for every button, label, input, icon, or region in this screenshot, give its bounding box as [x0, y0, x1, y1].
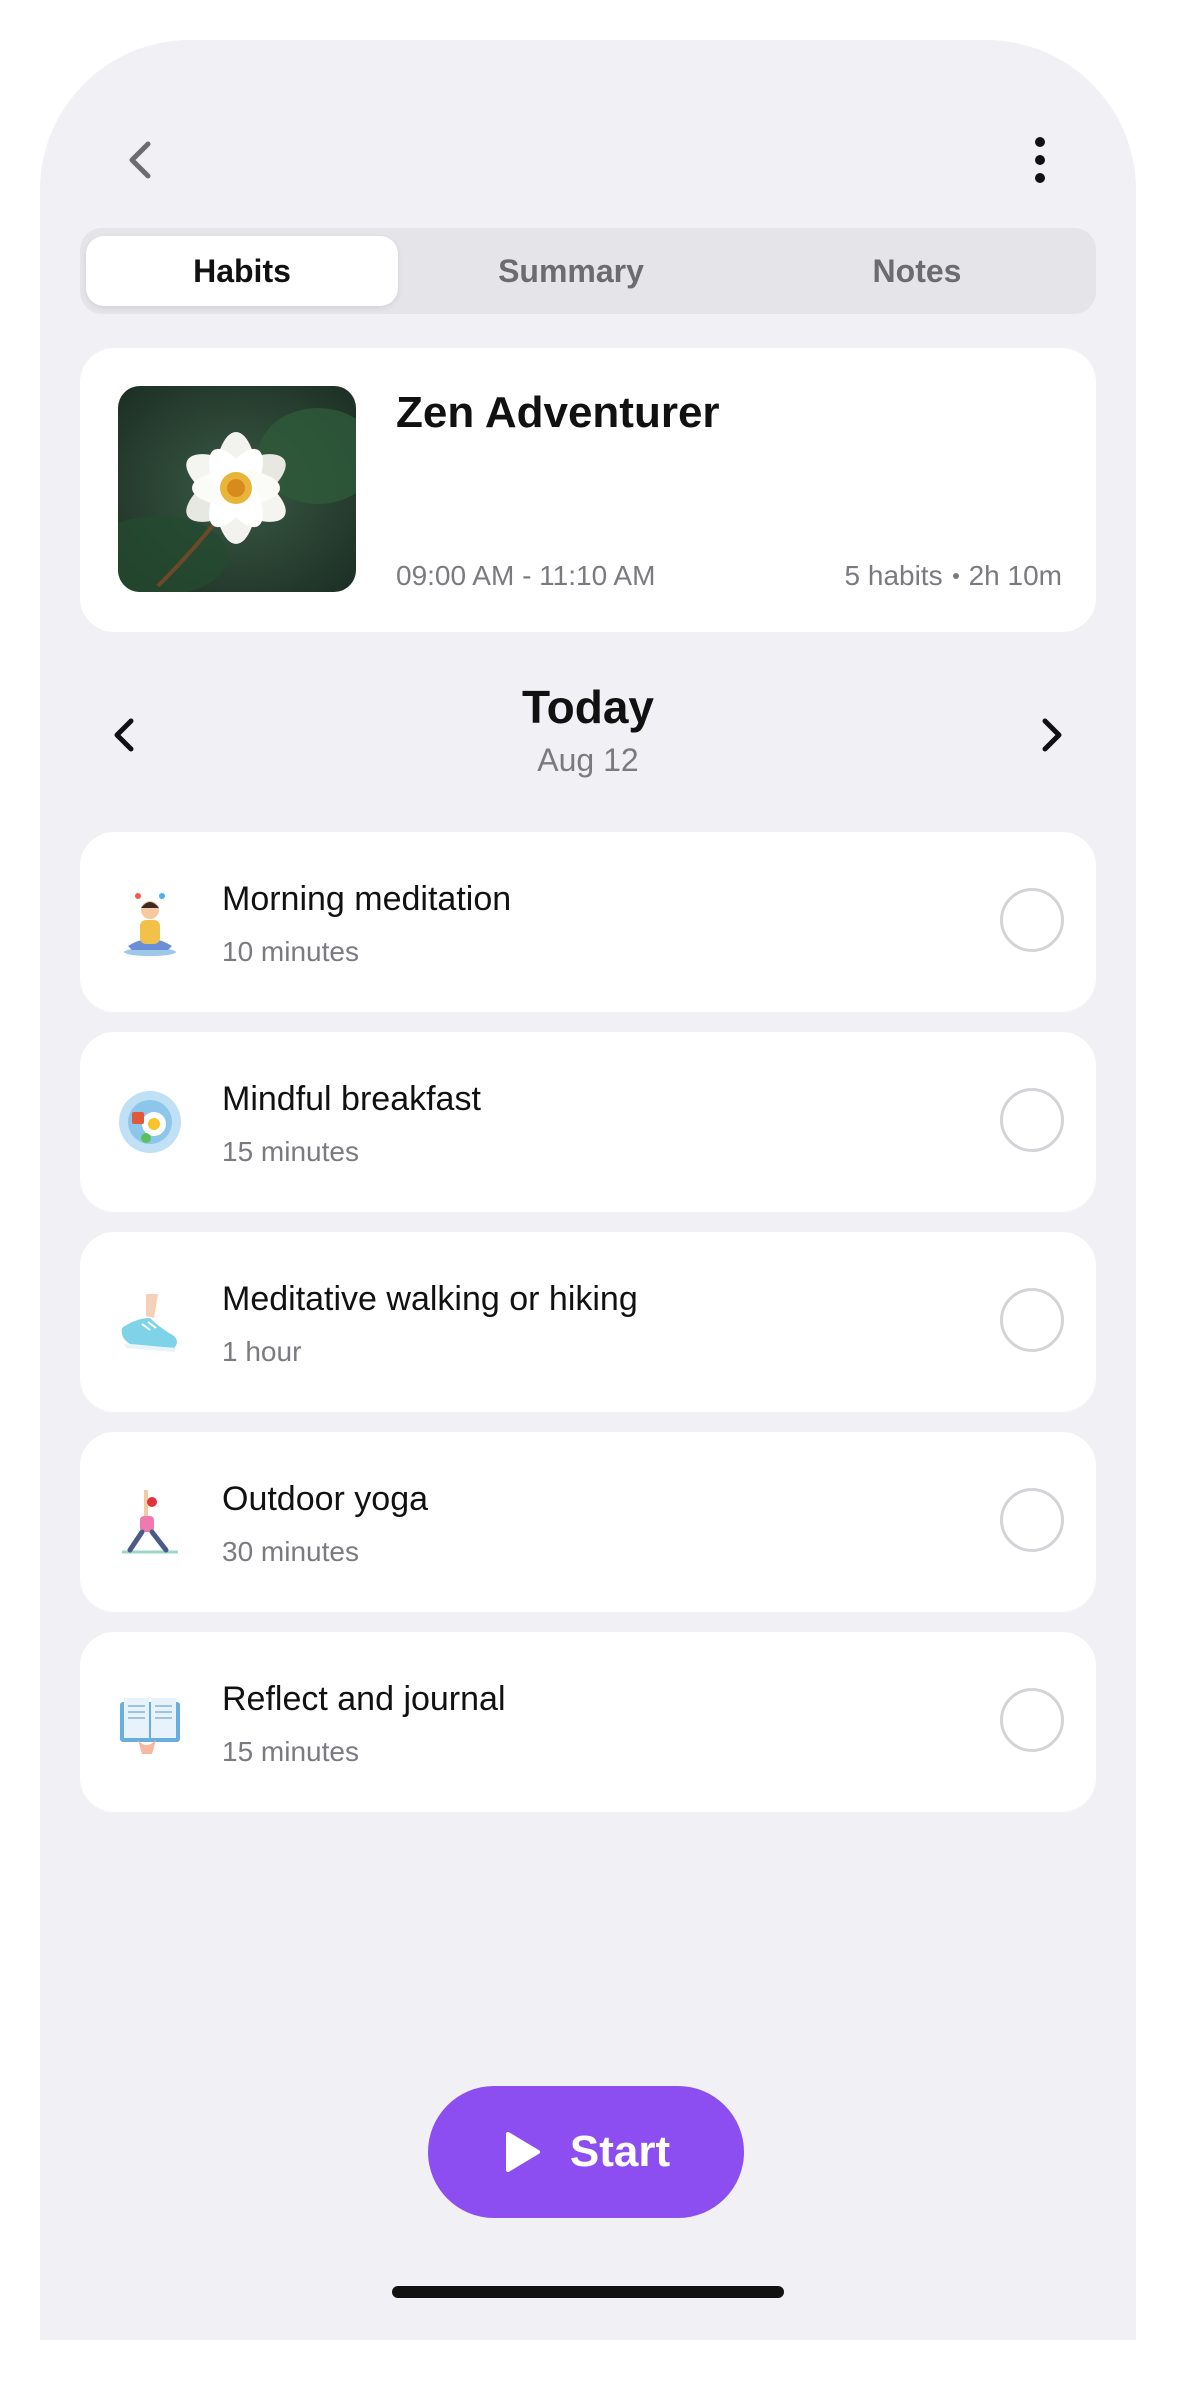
- sneaker-icon: [114, 1286, 186, 1358]
- chevron-right-icon: [1042, 718, 1062, 752]
- habit-name: Morning meditation: [222, 880, 512, 918]
- home-indicator[interactable]: [392, 2286, 784, 2298]
- habit-item-outdoor-yoga[interactable]: Outdoor yoga 30 minutes: [80, 1432, 1096, 1612]
- habit-item-reflect-journal[interactable]: Reflect and journal 15 minutes: [80, 1632, 1096, 1812]
- more-options-button[interactable]: [1000, 120, 1080, 200]
- habit-name: Reflect and journal: [222, 1680, 506, 1718]
- yoga-pose-icon: [114, 1486, 186, 1558]
- habit-item-meditative-walking[interactable]: Meditative walking or hiking 1 hour: [80, 1232, 1096, 1412]
- app-screen: Habits Summary Notes Zen Adventurer 09:0…: [40, 40, 1136, 2340]
- tab-summary[interactable]: Summary: [398, 236, 744, 306]
- tab-notes[interactable]: Notes: [744, 236, 1090, 306]
- breakfast-plate-icon: [114, 1086, 186, 1158]
- play-icon: [505, 2132, 540, 2172]
- meditation-icon: [114, 886, 186, 958]
- habit-duration: 15 minutes: [222, 1136, 359, 1167]
- day-date: Aug 12: [537, 742, 639, 778]
- habit-complete-checkbox[interactable]: [1000, 1688, 1064, 1752]
- habit-complete-checkbox[interactable]: [1000, 1088, 1064, 1152]
- vertical-ellipsis-icon: [1035, 137, 1045, 183]
- view-tabs: Habits Summary Notes: [80, 228, 1096, 314]
- tab-habits[interactable]: Habits: [86, 236, 398, 306]
- habit-duration: 10 minutes: [222, 936, 359, 967]
- habit-item-mindful-breakfast[interactable]: Mindful breakfast 15 minutes: [80, 1032, 1096, 1212]
- day-navigator: Today Aug 12: [80, 670, 1096, 790]
- habit-name: Mindful breakfast: [222, 1080, 481, 1118]
- routine-total-duration: 2h 10m: [968, 560, 1062, 591]
- back-button[interactable]: [100, 120, 180, 200]
- habit-duration: 1 hour: [222, 1336, 302, 1367]
- separator-dot: [952, 572, 959, 579]
- start-button-label: Start: [569, 2127, 671, 2176]
- routine-image: [118, 386, 356, 592]
- habit-complete-checkbox[interactable]: [1000, 1488, 1064, 1552]
- routine-meta: 5 habits 2h 10m: [845, 560, 1062, 592]
- open-journal-icon: [114, 1686, 186, 1758]
- habit-complete-checkbox[interactable]: [1000, 1288, 1064, 1352]
- start-button[interactable]: Start: [428, 2086, 744, 2218]
- habit-duration: 30 minutes: [222, 1536, 359, 1567]
- habit-duration: 15 minutes: [222, 1736, 359, 1767]
- routine-card[interactable]: Zen Adventurer 09:00 AM - 11:10 AM 5 hab…: [80, 348, 1096, 632]
- day-title: Today: [521, 681, 655, 733]
- habit-name: Outdoor yoga: [222, 1480, 429, 1518]
- routine-title: Zen Adventurer: [396, 388, 720, 437]
- habit-complete-checkbox[interactable]: [1000, 888, 1064, 952]
- habit-name: Meditative walking or hiking: [222, 1280, 638, 1318]
- habit-item-morning-meditation[interactable]: Morning meditation 10 minutes: [80, 832, 1096, 1012]
- chevron-left-icon: [129, 141, 151, 179]
- water-lily-image: [118, 386, 356, 592]
- routine-habit-count: 5 habits: [844, 560, 943, 591]
- routine-time-range: 09:00 AM - 11:10 AM: [396, 560, 656, 591]
- next-day-button[interactable]: [1016, 700, 1086, 770]
